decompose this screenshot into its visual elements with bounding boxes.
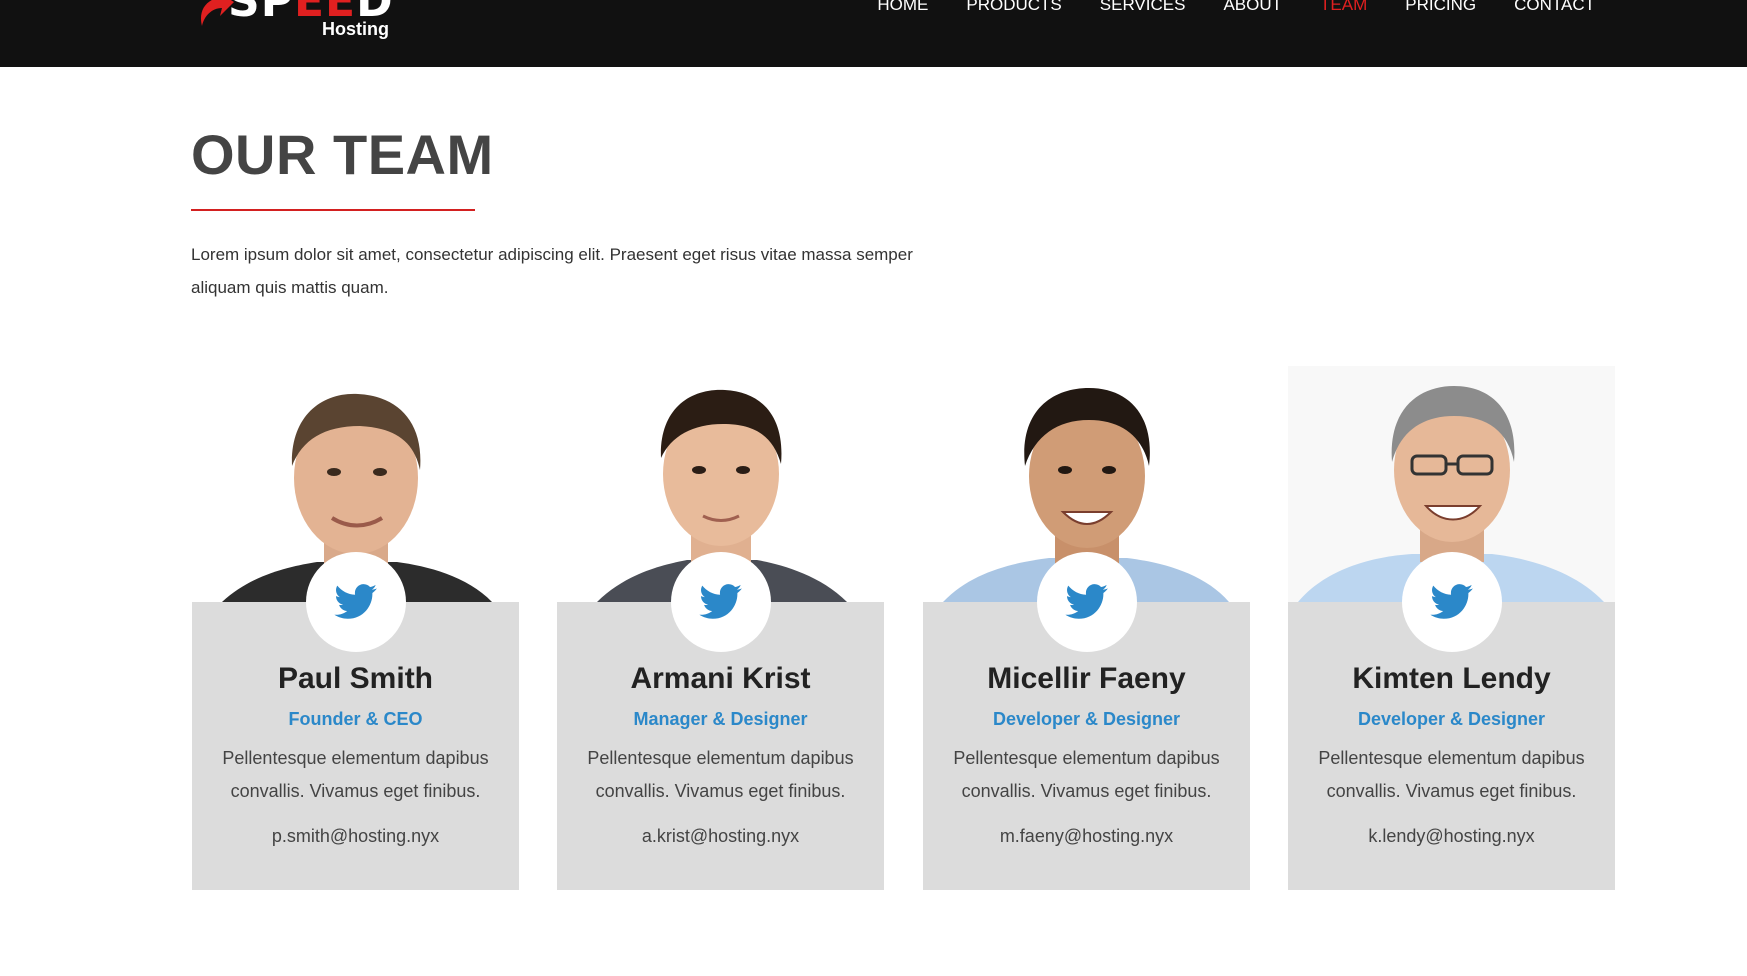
title-underline <box>191 209 475 211</box>
team-card-micellir-faeny: Micellir Faeny Developer & Designer Pell… <box>923 366 1250 890</box>
member-role: Developer & Designer <box>992 709 1181 729</box>
member-email[interactable]: a.krist@hosting.nyx <box>557 826 884 847</box>
nav-products[interactable]: PRODUCTS <box>966 0 1061 15</box>
member-bio: Pellentesque elementum dapibus convallis… <box>587 748 854 801</box>
nav-contact[interactable]: CONTACT <box>1514 0 1595 15</box>
member-email[interactable]: k.lendy@hosting.nyx <box>1288 826 1615 847</box>
twitter-icon <box>699 584 742 619</box>
member-email[interactable]: m.faeny@hosting.nyx <box>923 826 1250 847</box>
member-name: Armani Krist <box>630 662 811 695</box>
twitter-icon <box>1430 584 1473 619</box>
member-role: Developer & Designer <box>1357 709 1546 729</box>
member-bio: Pellentesque elementum dapibus convallis… <box>953 748 1220 801</box>
team-card-kimten-lendy: Kimten Lendy Developer & Designer Pellen… <box>1288 366 1615 890</box>
twitter-button[interactable] <box>306 552 406 652</box>
nav-pricing[interactable]: PRICING <box>1405 0 1476 15</box>
member-bio: Pellentesque elementum dapibus convallis… <box>222 748 489 801</box>
member-role: Manager & Designer <box>633 709 808 729</box>
logo[interactable]: SPEED Hosting <box>196 0 406 42</box>
team-card-armani-krist: Armani Krist Manager & Designer Pellente… <box>557 366 884 890</box>
section-title: OUR TEAM <box>191 123 494 186</box>
member-role: Founder & CEO <box>288 709 423 729</box>
twitter-button[interactable] <box>671 552 771 652</box>
member-name: Kimten Lendy <box>1352 662 1551 695</box>
nav-about[interactable]: ABOUT <box>1223 0 1282 15</box>
twitter-icon <box>334 584 377 619</box>
nav-services[interactable]: SERVICES <box>1100 0 1186 15</box>
section-intro: Lorem ipsum dolor sit amet, consectetur … <box>191 245 913 297</box>
member-name: Paul Smith <box>277 662 434 695</box>
site-header: SPEED Hosting HOME PRODUCTS SERVICES ABO… <box>0 0 1747 67</box>
twitter-icon <box>1065 584 1108 619</box>
team-card-paul-smith: Paul Smith Founder & CEO Pellentesque el… <box>192 366 519 890</box>
nav-home[interactable]: HOME <box>877 0 928 15</box>
twitter-button[interactable] <box>1037 552 1137 652</box>
member-email[interactable]: p.smith@hosting.nyx <box>192 826 519 847</box>
nav-team[interactable]: TEAM <box>1320 0 1367 15</box>
main-nav: HOME PRODUCTS SERVICES ABOUT TEAM PRICIN… <box>839 0 1595 15</box>
member-bio: Pellentesque elementum dapibus convallis… <box>1318 748 1585 801</box>
member-name: Micellir Faeny <box>987 662 1186 695</box>
twitter-button[interactable] <box>1402 552 1502 652</box>
logo-subtitle: Hosting <box>322 19 389 39</box>
